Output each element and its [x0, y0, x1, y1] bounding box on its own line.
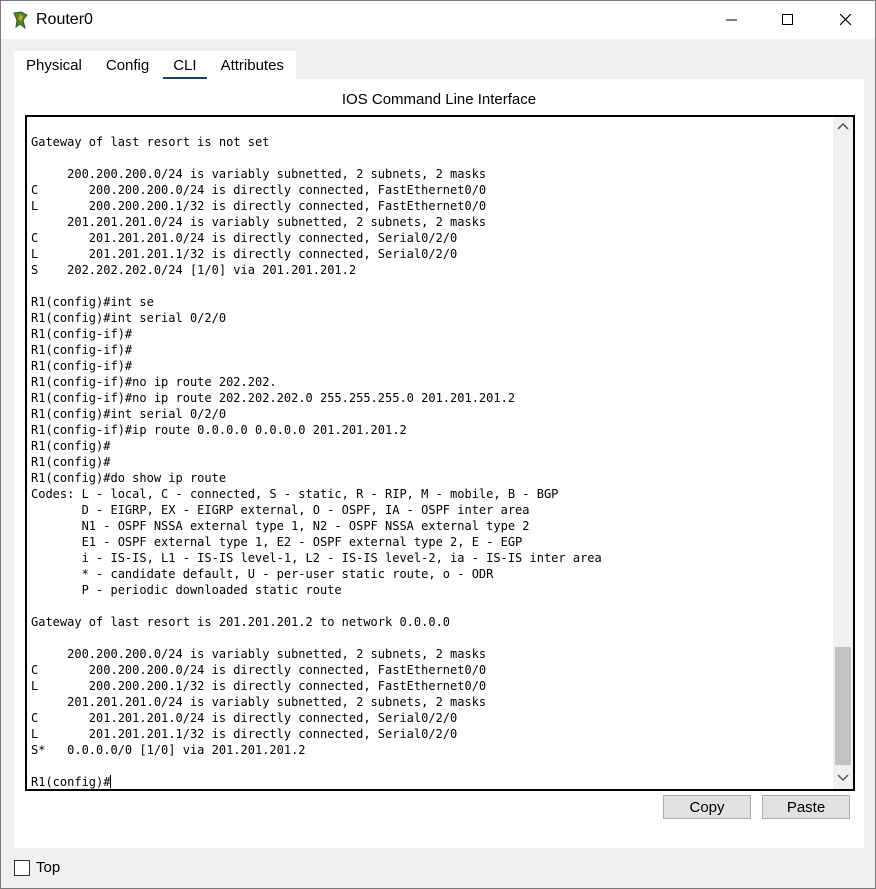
terminal-output[interactable]: Gateway of last resort is not set 200.20… — [31, 134, 831, 789]
tab-physical[interactable]: Physical — [14, 51, 94, 79]
router-window: Router0 Physical Config CLI Attributes I… — [0, 0, 876, 889]
top-checkbox[interactable] — [14, 859, 30, 876]
text-cursor — [110, 775, 112, 788]
terminal-line: R1(config-if)#no ip route 202.202.202.0 … — [31, 391, 516, 405]
terminal-line: D - EIGRP, EX - EIGRP external, O - OSPF… — [31, 503, 530, 517]
tab-label: CLI — [173, 57, 197, 74]
top-option[interactable]: Top — [14, 859, 60, 876]
maximize-button[interactable] — [759, 1, 817, 39]
close-icon — [840, 14, 852, 26]
terminal-line: R1(config-if)#ip route 0.0.0.0 0.0.0.0 2… — [31, 423, 407, 437]
terminal-line: R1(config)#int serial 0/2/0 — [31, 407, 227, 421]
cli-heading: IOS Command Line Interface — [341, 91, 537, 108]
tab-label: Attributes — [220, 57, 284, 74]
terminal-line: R1(config-if)# — [31, 343, 133, 357]
terminal-line: R1(config)#int serial 0/2/0 — [31, 311, 227, 325]
terminal-line: R1(config)# — [31, 455, 111, 469]
terminal-line: R1(config-if)# — [31, 359, 133, 373]
scroll-down-button[interactable] — [833, 769, 853, 787]
terminal-line: i - IS-IS, L1 - IS-IS level-1, L2 - IS-I… — [31, 551, 602, 565]
maximize-icon — [782, 14, 793, 25]
terminal-prompt-line[interactable]: R1(config)# — [31, 774, 831, 789]
minimize-button[interactable] — [703, 1, 761, 39]
terminal-line: C 201.201.201.0/24 is directly connected… — [31, 711, 458, 725]
terminal-line: S 202.202.202.0/24 [1/0] via 201.201.201… — [31, 263, 357, 277]
terminal-line: Gateway of last resort is not set — [31, 135, 270, 149]
terminal-line: * - candidate default, U - per-user stat… — [31, 567, 494, 581]
copy-button[interactable]: Copy — [663, 795, 751, 819]
terminal-line: L 201.201.201.1/32 is directly connected… — [31, 247, 458, 261]
terminal-line: C 200.200.200.0/24 is directly connected… — [31, 183, 487, 197]
terminal-line: Gateway of last resort is 201.201.201.2 … — [31, 615, 451, 629]
window-content: Physical Config CLI Attributes IOS Comma… — [2, 39, 874, 888]
tab-label: Config — [105, 57, 150, 74]
terminal-line: N1 - OSPF NSSA external type 1, N2 - OSP… — [31, 519, 530, 533]
terminal-line: 200.200.200.0/24 is variably subnetted, … — [31, 167, 487, 181]
cli-terminal[interactable]: Gateway of last resort is not set 200.20… — [25, 115, 855, 791]
tab-bar: Physical Config CLI Attributes — [14, 51, 296, 80]
terminal-prompt: R1(config)# — [31, 775, 111, 789]
tab-attributes[interactable]: Attributes — [209, 51, 296, 79]
terminal-line: 201.201.201.0/24 is variably subnetted, … — [31, 695, 487, 709]
terminal-line: C 200.200.200.0/24 is directly connected… — [31, 663, 487, 677]
terminal-line: R1(config)# — [31, 439, 111, 453]
cli-panel: IOS Command Line Interface Gateway of la… — [14, 79, 864, 848]
minimize-icon — [726, 19, 737, 21]
terminal-line: S* 0.0.0.0/0 [1/0] via 201.201.201.2 — [31, 743, 306, 757]
terminal-line: L 200.200.200.1/32 is directly connected… — [31, 679, 487, 693]
terminal-line: L 200.200.200.1/32 is directly connected… — [31, 199, 487, 213]
tab-cli[interactable]: CLI — [161, 51, 208, 80]
scroll-thumb[interactable] — [835, 647, 851, 765]
terminal-line: R1(config-if)#no ip route 202.202. — [31, 375, 277, 389]
terminal-line: E1 - OSPF external type 1, E2 - OSPF ext… — [31, 535, 523, 549]
chevron-down-icon — [837, 774, 849, 782]
close-button[interactable] — [817, 1, 875, 39]
terminal-line: 201.201.201.0/24 is variably subnetted, … — [31, 215, 487, 229]
tab-config[interactable]: Config — [94, 51, 161, 79]
terminal-line: P - periodic downloaded static route — [31, 583, 342, 597]
terminal-line: R1(config)#do show ip route — [31, 471, 227, 485]
title-bar: Router0 — [1, 1, 875, 39]
terminal-line: R1(config)#int se — [31, 295, 154, 309]
tab-label: Physical — [26, 57, 82, 74]
window-title: Router0 — [36, 11, 93, 28]
terminal-line: Codes: L - local, C - connected, S - sta… — [31, 487, 559, 501]
terminal-line: R1(config-if)# — [31, 327, 133, 341]
paste-button[interactable]: Paste — [762, 795, 850, 819]
top-checkbox-label: Top — [36, 859, 61, 876]
chevron-up-icon — [837, 122, 849, 130]
scroll-up-button[interactable] — [833, 117, 853, 135]
terminal-line: 200.200.200.0/24 is variably subnetted, … — [31, 647, 487, 661]
vertical-scrollbar[interactable] — [833, 117, 853, 789]
terminal-line: C 201.201.201.0/24 is directly connected… — [31, 231, 458, 245]
router-icon — [13, 11, 28, 29]
terminal-line: L 201.201.201.1/32 is directly connected… — [31, 727, 458, 741]
